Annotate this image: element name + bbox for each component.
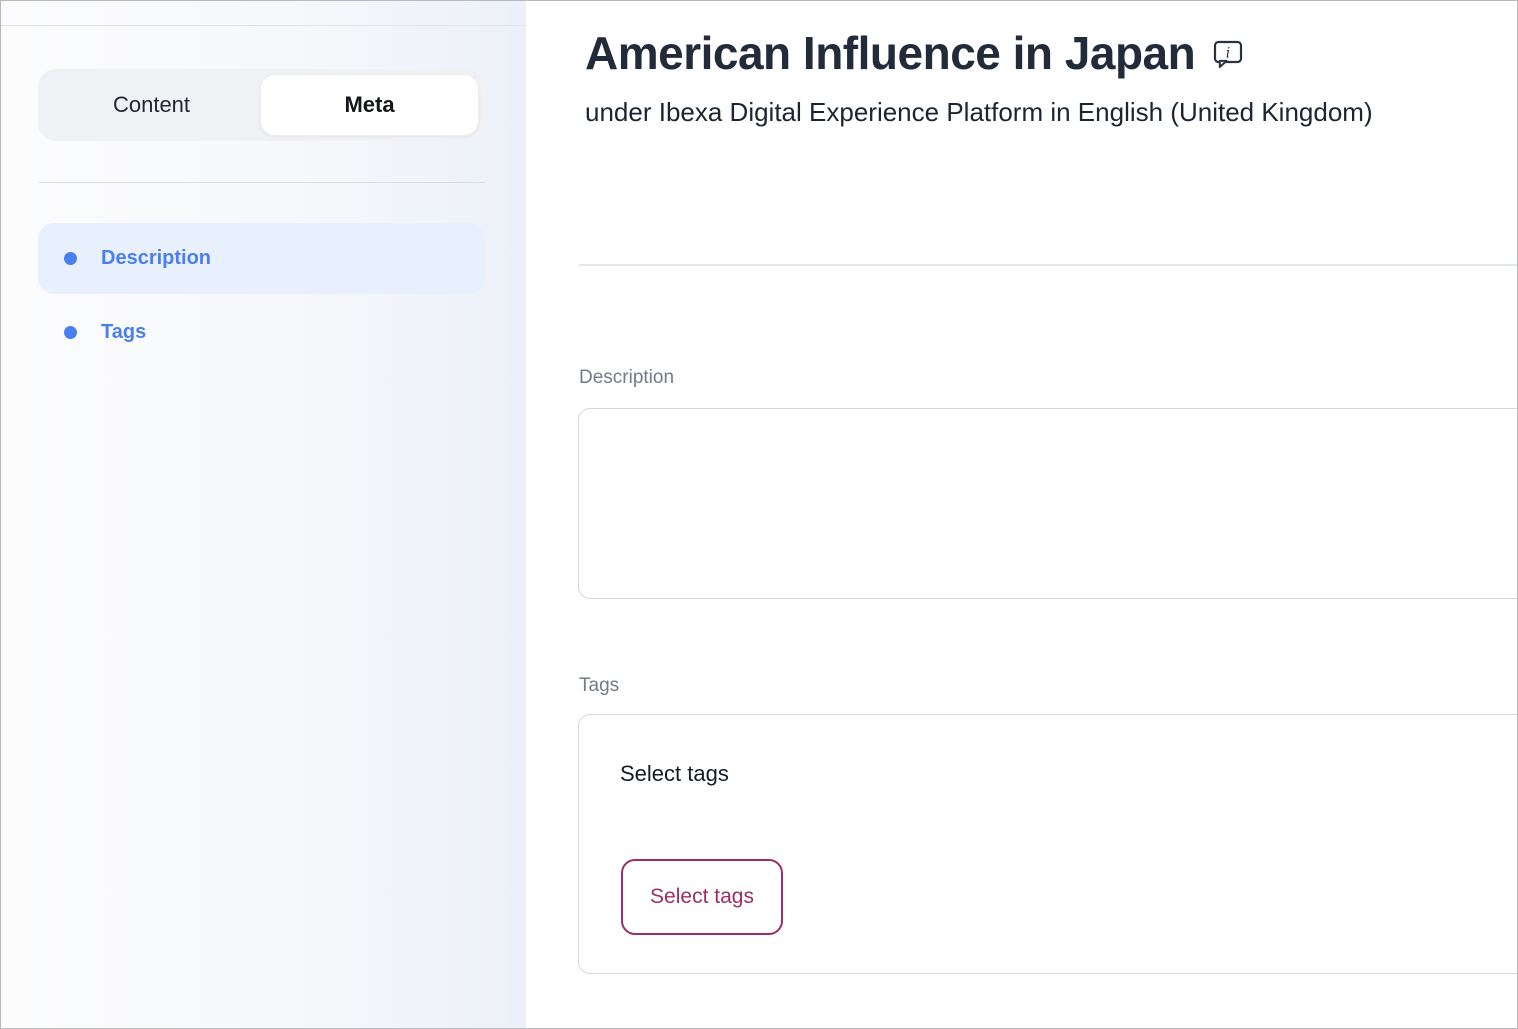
description-field-label: Description — [579, 367, 674, 389]
sidebar: Content Meta Description Tags — [1, 1, 526, 1028]
tab-meta[interactable]: Meta — [260, 74, 479, 136]
sidebar-item-description[interactable]: Description — [38, 223, 485, 294]
svg-text:i: i — [1226, 46, 1230, 62]
tab-content[interactable]: Content — [43, 74, 260, 136]
content-meta-toggle: Content Meta — [38, 69, 484, 141]
page-title: American Influence in Japan — [585, 27, 1195, 80]
tags-fieldset: Select tags Select tags — [578, 714, 1518, 974]
sidebar-item-tags[interactable]: Tags — [38, 297, 485, 368]
info-bubble-icon[interactable]: i — [1213, 40, 1243, 74]
page-subtitle: under Ibexa Digital Experience Platform … — [585, 97, 1373, 128]
tags-field-label: Tags — [579, 675, 619, 697]
bullet-dot-icon — [64, 252, 77, 265]
select-tags-button[interactable]: Select tags — [621, 859, 783, 935]
sidebar-topbar — [1, 1, 526, 26]
title-row: American Influence in Japan i — [585, 27, 1243, 80]
main-area: American Influence in Japan i under Ibex… — [526, 1, 1517, 1028]
header-divider — [579, 264, 1517, 266]
page-root: Content Meta Description Tags American I… — [0, 0, 1518, 1029]
sidebar-divider — [38, 182, 485, 183]
sidebar-item-label: Description — [101, 247, 211, 270]
description-textarea[interactable] — [578, 408, 1518, 599]
sidebar-item-label: Tags — [101, 321, 146, 344]
tags-group-title: Select tags — [620, 761, 729, 787]
bullet-dot-icon — [64, 326, 77, 339]
